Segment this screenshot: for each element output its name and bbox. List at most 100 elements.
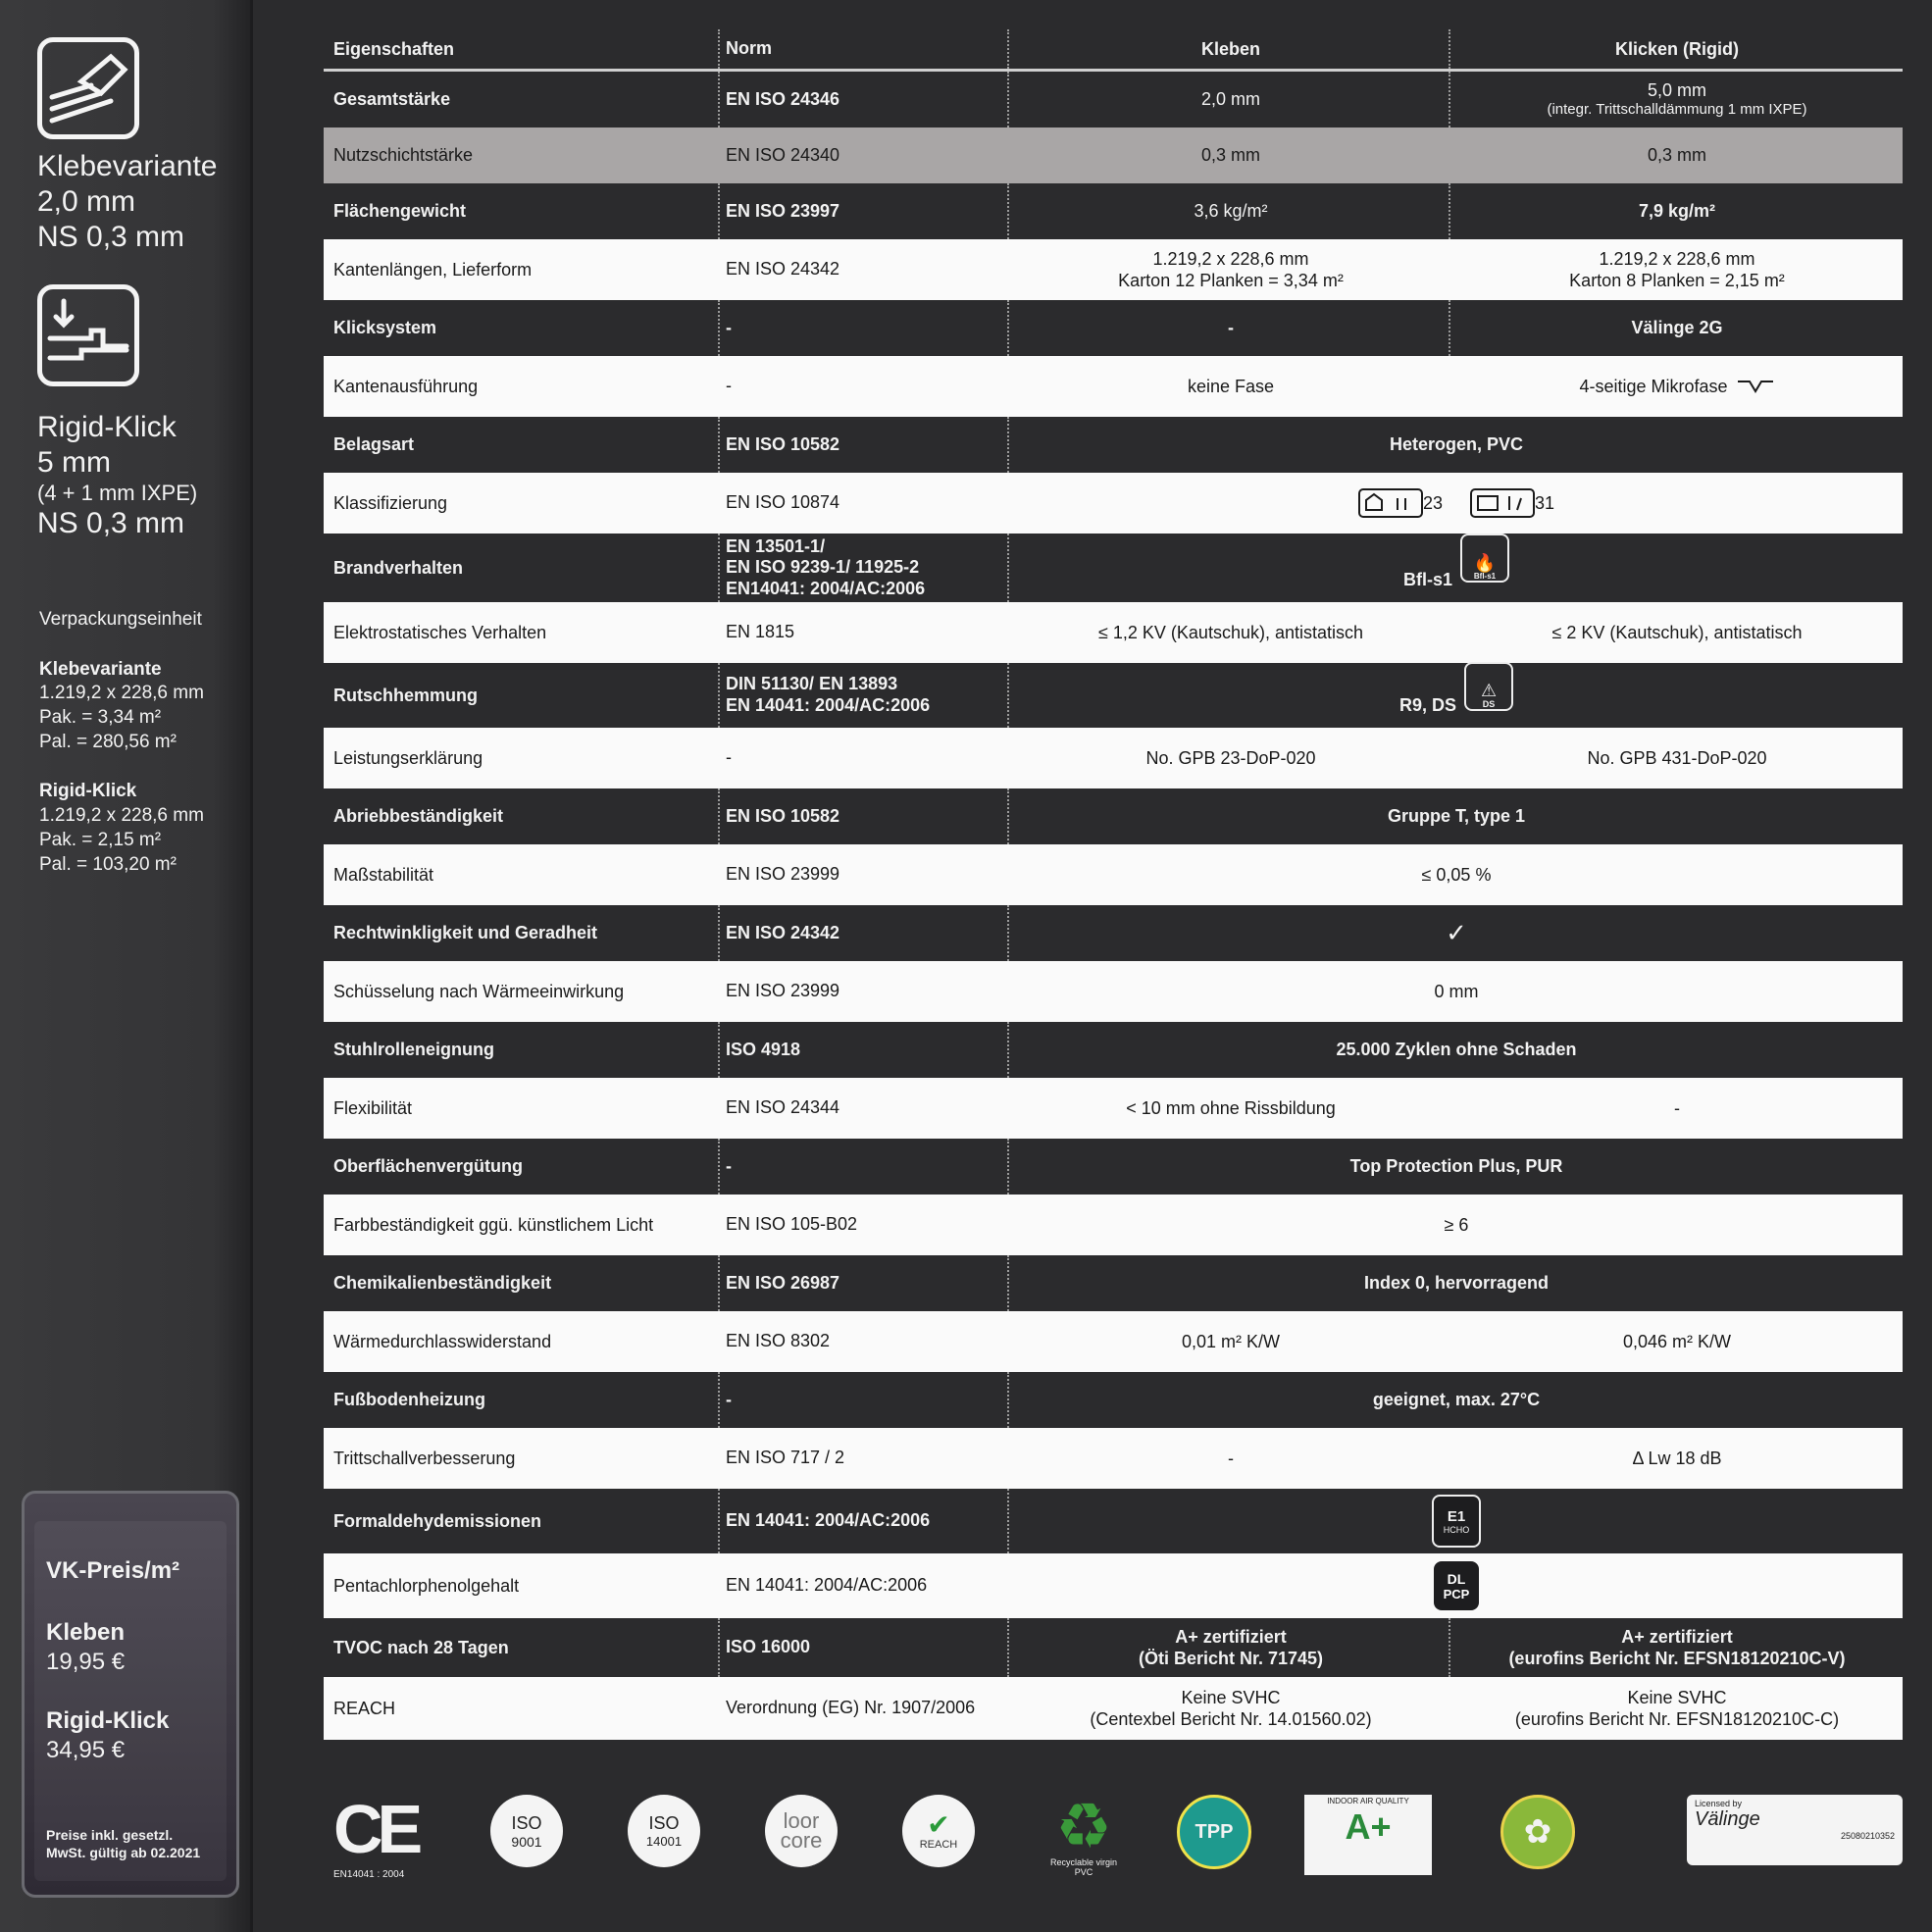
row-click-line-2: (eurofins Bericht Nr. EFSN18120210C-C): [1514, 1709, 1840, 1729]
click-variant-title: Rigid-Klick: [37, 411, 177, 443]
row-norm: EN ISO 8302: [726, 1331, 831, 1351]
row-norm: EN 14041: 2004/AC:2006: [726, 1575, 928, 1596]
row-property: Nutzschichtstärke: [333, 145, 474, 165]
row-click-line-1: 1.219,2 x 228,6 mm: [1599, 248, 1755, 269]
table-row: Stuhlrolleneignung ISO 4918 25.000 Zykle…: [324, 1022, 1903, 1078]
price-glue-label: Kleben: [46, 1619, 126, 1646]
row-glue: Keine SVHC (Centexbel Bericht Nr. 14.015…: [1010, 1677, 1451, 1740]
row-norm: EN ISO 24344: [726, 1097, 840, 1118]
sidebar: Klebevariante 2,0 mm NS 0,3 mm Rigid-Kli…: [0, 0, 253, 1932]
row-property: Gesamtstärke: [333, 89, 451, 109]
iso-14001-label: ISO: [648, 1813, 680, 1833]
row-property: Trittschallverbesserung: [333, 1448, 516, 1468]
row-both: geeignet, max. 27°C: [1372, 1390, 1541, 1409]
floorcore-logo: loor core: [765, 1795, 838, 1867]
table-row: Gesamtstärke EN ISO 24346 2,0 mm 5,0 mm …: [324, 72, 1903, 127]
table-row: Maßstabilität EN ISO 23999 ≤ 0,05 %: [324, 844, 1903, 905]
row-norm: DIN 51130/ EN 13893 EN 14041: 2004/AC:20…: [726, 663, 1010, 728]
price-click-label: Rigid-Klick: [46, 1707, 170, 1734]
glue-variant-title: Klebevariante: [37, 150, 218, 182]
price-heading: VK-Preis/m²: [46, 1557, 180, 1584]
row-click: No. GPB 431-DoP-020: [1587, 747, 1767, 768]
header-glue: Kleben: [1200, 38, 1260, 59]
row-norm: EN ISO 24342: [726, 259, 840, 280]
slip-resistance-icon: ⚠ DS: [1464, 662, 1514, 711]
row-glue: -: [1228, 318, 1234, 338]
row-norm: -: [726, 1389, 732, 1409]
row-property: REACH: [333, 1698, 396, 1718]
iso-14001-logo: ISO 14001: [628, 1795, 700, 1867]
click-variant-thickness: 5 mm: [37, 446, 111, 479]
row-norm: EN 13501-1/ EN ISO 9239-1/ 11925-2 EN140…: [726, 534, 1010, 602]
row-click: 5,0 mm (integr. Trittschalldämmung 1 mm …: [1451, 72, 1903, 127]
row-click: ≤ 2 KV (Kautschuk), antistatisch: [1551, 622, 1803, 642]
table-row: Wärmedurchlasswiderstand EN ISO 8302 0,0…: [324, 1311, 1903, 1372]
row-property: Brandverhalten: [333, 557, 464, 578]
row-glue: No. GPB 23-DoP-020: [1145, 747, 1316, 768]
row-property: Kantenlängen, Lieferform: [333, 259, 533, 280]
valinge-licensed-label: Licensed by: [1695, 1799, 1743, 1808]
row-glue-line-2: Karton 12 Planken = 3,34 m²: [1118, 271, 1344, 290]
row-norm: EN ISO 105-B02: [726, 1214, 858, 1235]
row-glue: < 10 mm ohne Rissbildung: [1126, 1097, 1336, 1118]
row-property: Maßstabilität: [333, 864, 434, 885]
row-click-note: (integr. Trittschalldämmung 1 mm IXPE): [1547, 101, 1807, 119]
price-note-line-2: MwSt. gültig ab 02.2021: [46, 1845, 201, 1860]
table-row: TVOC nach 28 Tagen ISO 16000 A+ zertifiz…: [324, 1618, 1903, 1677]
row-property: Flächengewicht: [333, 201, 467, 221]
row-glue: 2,0 mm: [1200, 89, 1260, 110]
row-norm: EN ISO 24346: [726, 88, 840, 109]
row-glue-line-1: A+ zertifiziert: [1175, 1626, 1287, 1647]
row-property: Formaldehydemissionen: [333, 1510, 542, 1531]
table-row: Klassifizierung EN ISO 10874 23 31: [324, 473, 1903, 534]
row-norm: -: [726, 747, 732, 768]
row-click: -: [1674, 1097, 1680, 1118]
row-both: 25.000 Zyklen ohne Schaden: [1336, 1040, 1577, 1059]
tpp-logo: TPP: [1177, 1795, 1251, 1869]
packaging-heading: Verpackungseinheit: [39, 609, 202, 630]
table-row: Formaldehydemissionen EN 14041: 2004/AC:…: [324, 1489, 1903, 1553]
row-norm: ISO 4918: [726, 1039, 801, 1059]
row-glue-line-2: (Öti Bericht Nr. 71745): [1138, 1649, 1324, 1668]
row-norm: EN ISO 10874: [726, 492, 840, 513]
row-norm: EN ISO 10582: [726, 805, 840, 826]
row-property: Chemikalienbeständigkeit: [333, 1273, 552, 1293]
table-row: Pentachlorphenolgehalt EN 14041: 2004/AC…: [324, 1553, 1903, 1618]
row-glue: 3,6 kg/m²: [1194, 201, 1268, 222]
row-both: ≤ 0,05 %: [1421, 864, 1492, 885]
glue-variant-ns: NS 0,3 mm: [37, 221, 185, 253]
row-norm: EN ISO 26987: [726, 1272, 840, 1293]
row-norm: EN ISO 23999: [726, 981, 840, 1001]
row-norm-line-1: DIN 51130/ EN 13893: [726, 674, 898, 694]
packaging-click-title: Rigid-Klick: [39, 781, 137, 802]
row-both: 23 31: [1010, 473, 1903, 534]
ce-logo: CE EN14041 : 2004: [333, 1795, 432, 1880]
row-click: Keine SVHC (eurofins Bericht Nr. EFSN181…: [1451, 1677, 1903, 1740]
table-row: Leistungserklärung - No. GPB 23-DoP-020 …: [324, 728, 1903, 788]
table-header: Eigenschaften Norm Kleben Klicken (Rigid…: [324, 29, 1903, 72]
row-norm-line-1: EN 13501-1/: [726, 535, 826, 556]
class-b-value: 31: [1535, 492, 1555, 513]
row-property: Kantenausführung: [333, 376, 479, 396]
row-both: Bfl-s1 🔥 Bfl-s1: [1010, 534, 1903, 602]
row-property: Farbbeständigkeit ggü. künstlichem Licht: [333, 1214, 654, 1235]
row-both: E1 HCHO: [1010, 1489, 1903, 1553]
iso-9001-label: ISO: [511, 1812, 542, 1833]
row-click: A+ zertifiziert (eurofins Bericht Nr. EF…: [1451, 1618, 1903, 1677]
iso-9001-logo: ISO 9001: [490, 1795, 563, 1867]
aplus-rating: A+: [1345, 1806, 1392, 1847]
row-property: Belagsart: [333, 434, 415, 454]
row-both: Top Protection Plus, PUR: [1349, 1156, 1563, 1176]
class-a-value: 23: [1422, 492, 1443, 513]
row-glue-line-1: 1.219,2 x 228,6 mm: [1152, 248, 1309, 269]
class-commercial-icon: [1470, 488, 1535, 518]
table-row: Rutschhemmung DIN 51130/ EN 13893 EN 140…: [324, 662, 1903, 728]
row-property: Pentachlorphenolgehalt: [333, 1575, 520, 1596]
row-both: Heterogen, PVC: [1389, 434, 1524, 454]
table-row: Chemikalienbeständigkeit EN ISO 26987 In…: [324, 1255, 1903, 1311]
row-property: Rechtwinkligkeit und Geradheit: [333, 923, 598, 942]
table-row: Kantenlängen, Lieferform EN ISO 24342 1.…: [324, 239, 1903, 300]
fire-rating-icon: 🔥 Bfl-s1: [1460, 534, 1509, 583]
row-both: DL PCP: [1010, 1553, 1903, 1618]
click-variant-detail: (4 + 1 mm IXPE): [37, 481, 198, 505]
